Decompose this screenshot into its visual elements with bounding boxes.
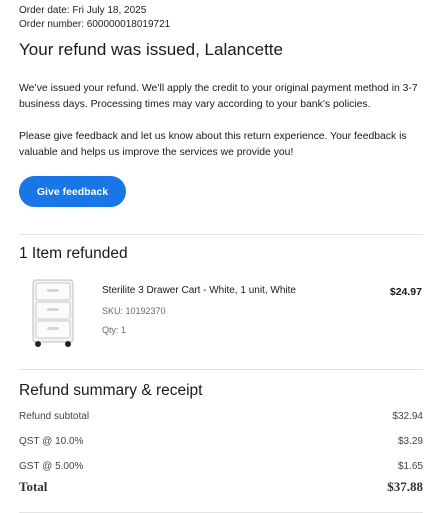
summary-row-value: $32.94 <box>392 411 423 422</box>
summary-row-label: GST @ 5.00% <box>19 461 84 472</box>
divider <box>19 369 423 370</box>
refund-info-paragraph: We’ve issued your refund. We’ll apply th… <box>19 83 418 110</box>
total-label: Total <box>19 479 48 494</box>
summary-row-value: $1.65 <box>397 461 423 472</box>
item-sku: SKU: 10192370 <box>102 306 166 316</box>
item-price: $24.97 <box>389 286 422 298</box>
summary-row-value: $3.29 <box>397 436 423 447</box>
item-name[interactable]: Sterilite 3 Drawer Cart - White, 1 unit,… <box>102 285 296 296</box>
total-value: $37.88 <box>387 479 423 494</box>
summary-row-label: Refund subtotal <box>19 411 90 422</box>
order-number: Order number: 600000018019721 <box>19 19 171 30</box>
summary-row-label: QST @ 10.0% <box>19 436 84 447</box>
feedback-info-paragraph: Please give feedback and let us know abo… <box>19 131 407 158</box>
page-title: Your refund was issued, Lalancette <box>19 40 283 59</box>
items-section-title: 1 Item refunded <box>19 245 128 262</box>
summary-section-title: Refund summary & receipt <box>19 382 203 399</box>
item-qty: Qty: 1 <box>102 325 127 335</box>
order-date: Order date: Fri July 18, 2025 <box>19 5 147 16</box>
divider <box>19 234 423 235</box>
drawer-cart-image[interactable] <box>30 278 76 348</box>
give-feedback-button[interactable]: Give feedback <box>19 176 126 207</box>
